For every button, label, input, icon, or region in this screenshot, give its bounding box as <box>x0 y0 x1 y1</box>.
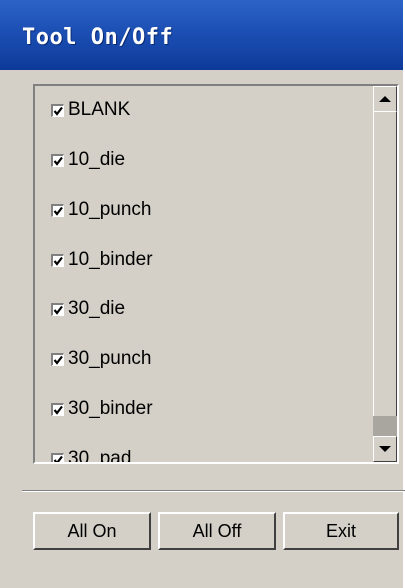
list-item-30-binder[interactable]: 30_binder <box>51 396 153 422</box>
arrow-up-icon <box>379 96 391 102</box>
item-label: 30_punch <box>68 348 152 369</box>
item-label: BLANK <box>68 99 131 120</box>
list-item-10-punch[interactable]: 10_punch <box>51 197 151 223</box>
list-item-10-die[interactable]: 10_die <box>51 147 125 173</box>
scroll-down-button[interactable] <box>373 436 397 462</box>
checkbox[interactable] <box>51 402 64 416</box>
list-item-blank[interactable]: BLANK <box>51 97 130 123</box>
list-item-30-punch[interactable]: 30_punch <box>51 346 151 372</box>
item-label: 10_die <box>68 149 126 170</box>
all-on-button[interactable]: All On <box>33 512 151 550</box>
list-item-10-binder[interactable]: 10_binder <box>51 247 153 273</box>
checkbox[interactable] <box>51 203 64 217</box>
tools-list: BLANK 10_die 10_punch 10_binder 30_die 3… <box>33 84 399 464</box>
item-label: 30_pad <box>68 448 132 462</box>
list-item-30-die[interactable]: 30_die <box>51 296 125 322</box>
checkbox[interactable] <box>51 103 64 117</box>
scrollbar-thumb[interactable] <box>373 111 397 417</box>
tool-onoff-window: Tool On/Off BLANK 10_die 10_punch 10_bin… <box>0 0 405 588</box>
vertical-scrollbar[interactable] <box>373 86 397 462</box>
item-label: 10_binder <box>68 249 153 270</box>
checkbox[interactable] <box>51 452 64 462</box>
checkbox[interactable] <box>51 352 64 366</box>
arrow-down-icon <box>379 446 391 452</box>
item-label: 10_punch <box>68 199 152 220</box>
all-off-button[interactable]: All Off <box>158 512 276 550</box>
divider <box>22 490 405 492</box>
tools-list-viewport: BLANK 10_die 10_punch 10_binder 30_die 3… <box>35 86 373 462</box>
checkbox[interactable] <box>51 302 64 316</box>
exit-button[interactable]: Exit <box>283 512 399 550</box>
list-item-30-pad[interactable]: 30_pad <box>51 446 131 462</box>
scroll-up-button[interactable] <box>373 86 397 112</box>
item-label: 30_binder <box>68 398 153 419</box>
item-label: 30_die <box>68 298 126 319</box>
checkbox[interactable] <box>51 253 64 267</box>
checkbox[interactable] <box>51 153 64 167</box>
scrollbar-track[interactable] <box>373 416 397 438</box>
window-title: Tool On/Off <box>22 25 174 50</box>
title-bar[interactable]: Tool On/Off <box>0 0 405 70</box>
